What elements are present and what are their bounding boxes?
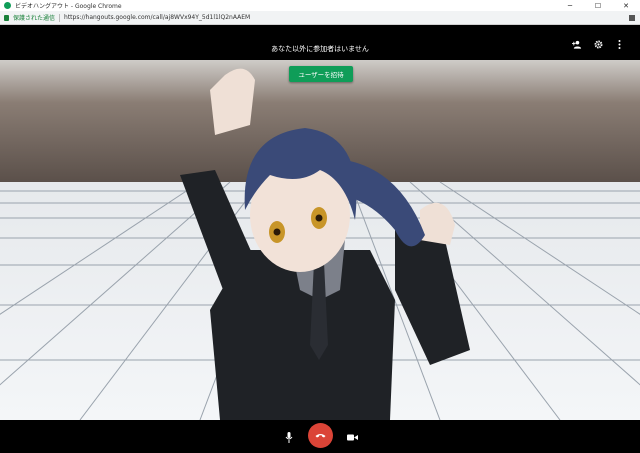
settings-icon[interactable] (593, 39, 603, 49)
add-person-icon[interactable] (572, 39, 582, 49)
url-text[interactable]: https://hangouts.google.com/call/aj8WVx9… (64, 14, 250, 21)
call-status-text: あなた以外に参加者はいません (271, 45, 369, 53)
address-bar[interactable]: 保護された通信 https://hangouts.google.com/call… (0, 11, 640, 25)
more-vert-icon[interactable] (614, 39, 624, 49)
hangup-icon (315, 434, 326, 438)
hangup-button[interactable] (308, 423, 333, 448)
call-controls (0, 420, 640, 453)
lock-icon (4, 14, 9, 21)
window-titlebar: ビデオハングアウト - Google Chrome ─ ☐ ✕ (0, 0, 640, 11)
video-feed: ユーザーを招待 (0, 60, 640, 420)
divider (59, 13, 61, 22)
camera-icon[interactable] (342, 427, 362, 447)
window-title: ビデオハングアウト - Google Chrome (15, 3, 122, 10)
microphone-icon[interactable] (279, 427, 299, 447)
invite-users-button[interactable]: ユーザーを招待 (289, 66, 353, 82)
call-header: あなた以外に参加者はいません (0, 25, 640, 60)
maximize-button[interactable]: ☐ (584, 0, 612, 11)
extension-icon[interactable] (629, 15, 635, 21)
hangouts-app-icon (4, 2, 11, 9)
close-button[interactable]: ✕ (612, 0, 640, 11)
header-actions (572, 39, 624, 49)
video-scene (0, 60, 640, 420)
minimize-button[interactable]: ─ (556, 0, 584, 11)
security-label[interactable]: 保護された通信 (13, 13, 55, 22)
window-controls: ─ ☐ ✕ (556, 0, 640, 11)
